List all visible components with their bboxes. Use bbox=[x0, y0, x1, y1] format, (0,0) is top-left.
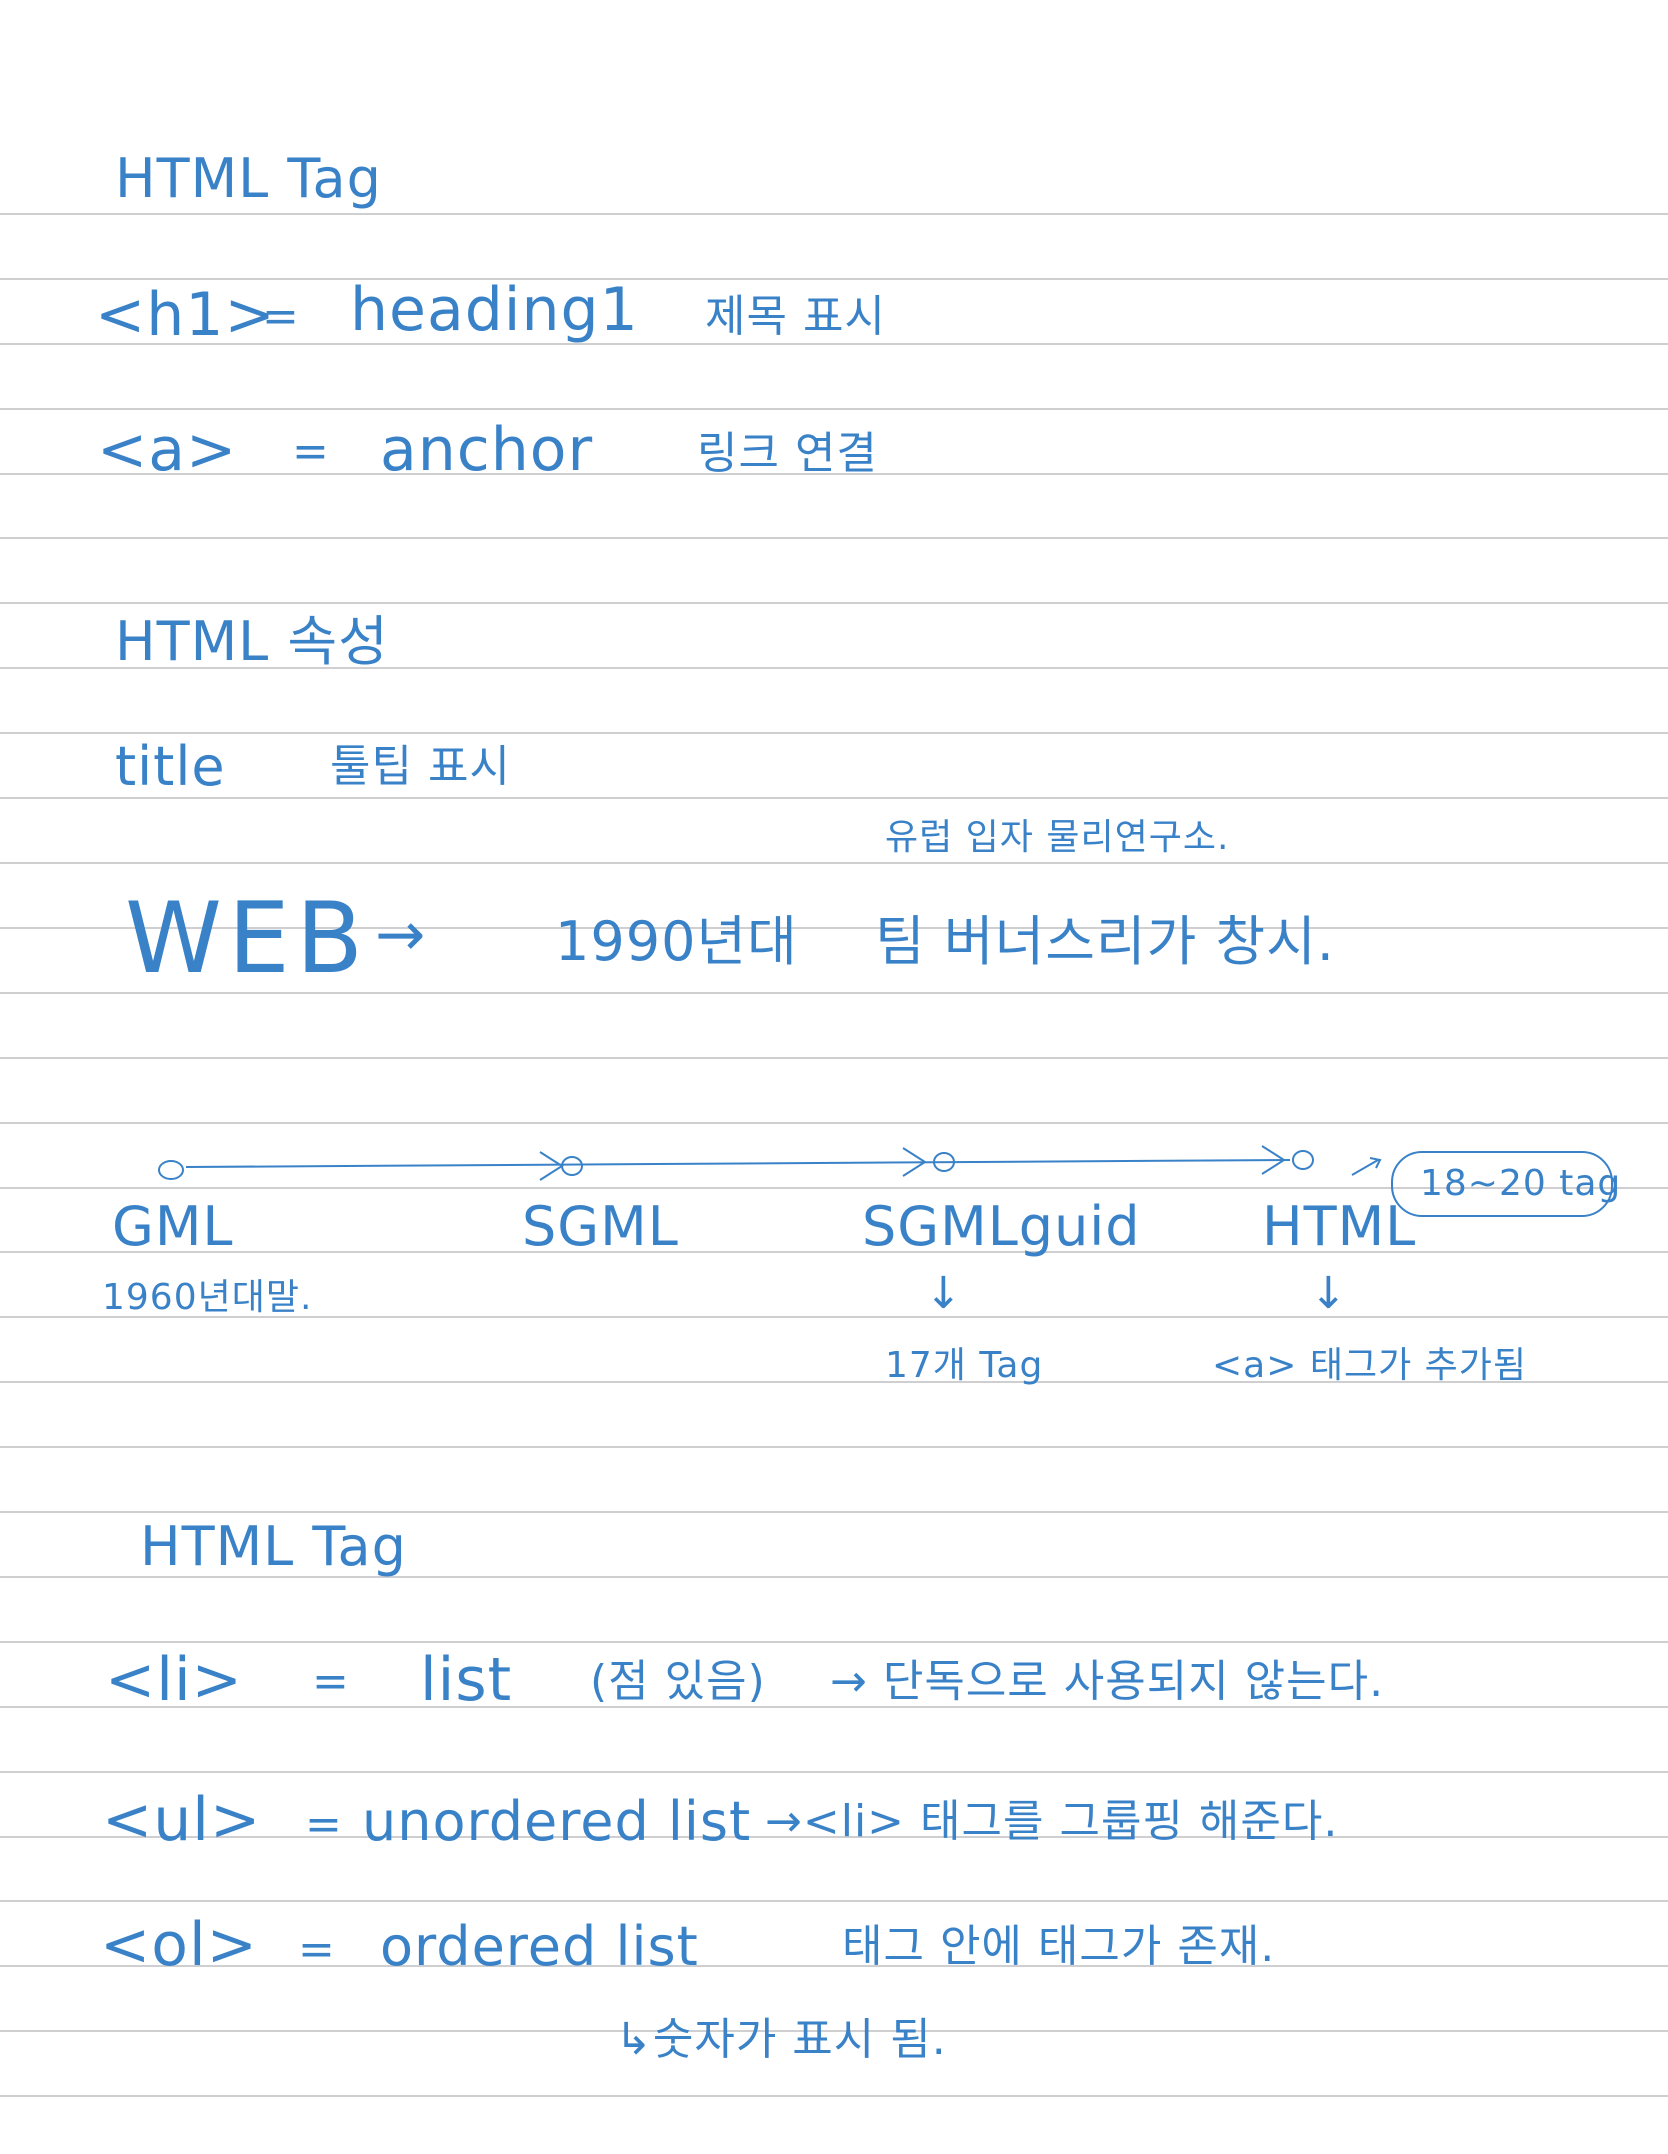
h1-tag: <h1> bbox=[95, 280, 276, 350]
ruled-line bbox=[0, 1900, 1668, 1902]
ruled-line bbox=[0, 1251, 1668, 1253]
timeline-arrowhead-3 bbox=[1261, 1145, 1286, 1175]
timeline-arrowhead-2 bbox=[902, 1147, 927, 1177]
web-year: 1990년대 bbox=[555, 910, 798, 973]
ruled-line bbox=[0, 602, 1668, 604]
timeline-node-html bbox=[1292, 1150, 1314, 1170]
timeline-node-sgmlguid bbox=[933, 1152, 955, 1172]
ruled-line bbox=[0, 1446, 1668, 1448]
a-name: anchor bbox=[380, 415, 594, 485]
timeline-arrow-html: ↓ bbox=[1310, 1268, 1348, 1319]
a-note: 링크 연결 bbox=[697, 428, 878, 479]
section3-title: HTML Tag bbox=[140, 1515, 407, 1578]
ruled-line bbox=[0, 1057, 1668, 1059]
web-label: WEB bbox=[125, 882, 370, 996]
timeline-arrowhead-1 bbox=[539, 1151, 564, 1181]
ruled-line bbox=[0, 862, 1668, 864]
li-tag: <li> bbox=[105, 1645, 243, 1715]
ruled-line bbox=[0, 1771, 1668, 1773]
timeline-node-gml bbox=[158, 1160, 184, 1180]
ruled-line bbox=[0, 1641, 1668, 1643]
li-note: → 단독으로 사용되지 않는다. bbox=[830, 1656, 1385, 1707]
ul-note: →<li> 태그를 그룹핑 해준다. bbox=[765, 1796, 1339, 1847]
h1-name: heading1 bbox=[350, 275, 639, 345]
ul-tag: <ul> bbox=[102, 1785, 262, 1855]
h1-note: 제목 표시 bbox=[705, 291, 886, 342]
ruled-line bbox=[0, 1122, 1668, 1124]
timeline-label-sgmlguid: SGMLguid bbox=[862, 1195, 1141, 1258]
li-equals: = bbox=[312, 1656, 350, 1707]
ol-equals: = bbox=[298, 1924, 336, 1975]
ruled-line bbox=[0, 1511, 1668, 1513]
ul-equals: = bbox=[305, 1799, 343, 1850]
ruled-line bbox=[0, 732, 1668, 734]
timeline-bubble-text: 18~20 tag bbox=[1420, 1163, 1622, 1204]
attr-note: 툴팁 표시 bbox=[330, 741, 511, 792]
li-extra: (점 있음) bbox=[590, 1656, 766, 1707]
timeline-label-html: HTML bbox=[1262, 1195, 1417, 1258]
ol-footnote: ↳숫자가 표시 됨. bbox=[615, 2014, 947, 2065]
ruled-line bbox=[0, 213, 1668, 215]
timeline-sub-gml: 1960년대말. bbox=[102, 1277, 313, 1318]
timeline-node-sgml bbox=[561, 1156, 583, 1176]
section2-title: HTML 속성 bbox=[115, 610, 389, 673]
ruled-line bbox=[0, 537, 1668, 539]
web-arrow: → bbox=[375, 900, 427, 970]
h1-equals: = bbox=[262, 291, 300, 342]
ol-name: ordered list bbox=[380, 1915, 699, 1978]
ruled-line bbox=[0, 2095, 1668, 2097]
attr-title: title bbox=[115, 735, 226, 798]
timeline-sub-sgmlguid: 17개 Tag bbox=[885, 1345, 1044, 1386]
ol-tag: <ol> bbox=[100, 1910, 258, 1980]
ol-note: 태그 안에 태그가 존재. bbox=[842, 1921, 1276, 1972]
web-annotation: 유럽 입자 물리연구소. bbox=[885, 817, 1230, 858]
timeline-line bbox=[185, 1159, 1291, 1168]
section1-title: HTML Tag bbox=[115, 147, 382, 210]
ruled-line bbox=[0, 408, 1668, 410]
ruled-line bbox=[0, 1187, 1668, 1189]
li-name: list bbox=[420, 1645, 513, 1715]
timeline-label-sgml: SGML bbox=[522, 1195, 679, 1258]
timeline-arrow-sgmlguid: ↓ bbox=[925, 1268, 963, 1319]
ul-name: unordered list bbox=[362, 1790, 752, 1853]
web-person: 팀 버너스리가 창시. bbox=[875, 910, 1335, 973]
bubble-pointer bbox=[1351, 1157, 1382, 1176]
timeline-label-gml: GML bbox=[112, 1195, 234, 1258]
a-equals: = bbox=[292, 426, 330, 477]
ruled-line bbox=[0, 797, 1668, 799]
notebook-page: HTML Tag <h1> = heading1 제목 표시 <a> = anc… bbox=[0, 0, 1668, 2154]
timeline-sub-html: <a> 태그가 추가됨 bbox=[1212, 1345, 1527, 1386]
a-tag: <a> bbox=[97, 415, 238, 485]
